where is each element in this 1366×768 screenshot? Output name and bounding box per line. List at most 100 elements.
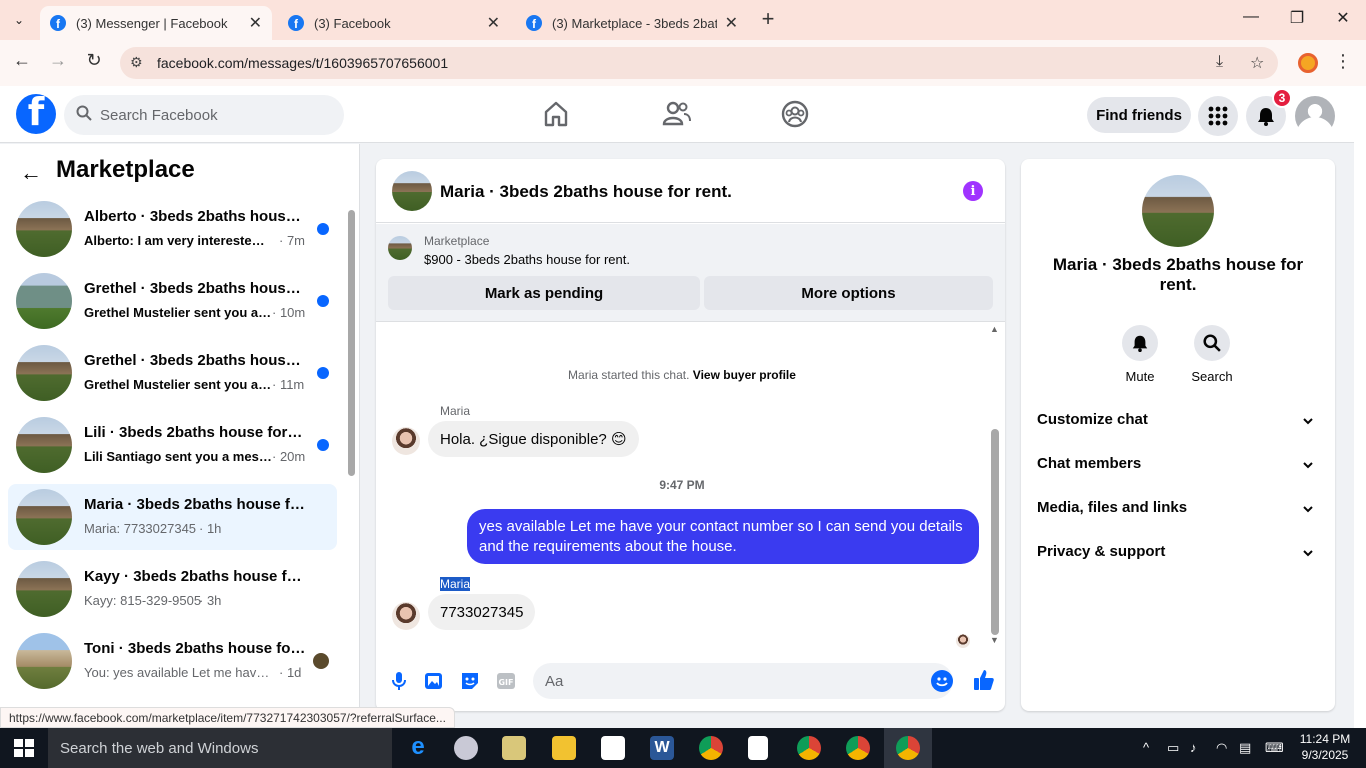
find-friends-button[interactable]: Find friends bbox=[1087, 97, 1191, 133]
emoji-icon[interactable] bbox=[931, 670, 953, 692]
new-tab-button[interactable]: + bbox=[756, 8, 780, 32]
bookmark-star-icon[interactable]: ☆ bbox=[1250, 53, 1264, 73]
close-window-button[interactable]: ✕ bbox=[1328, 8, 1358, 32]
gif-icon[interactable]: GIF bbox=[495, 670, 517, 692]
close-tab-icon[interactable]: ✕ bbox=[725, 13, 738, 33]
conversation-name: Kayy · 3beds 2baths house for r... bbox=[84, 568, 306, 585]
chat-scroll-thumb[interactable] bbox=[991, 429, 999, 635]
back-arrow-icon[interactable]: ← bbox=[20, 160, 42, 186]
wifi-icon[interactable]: ◠ bbox=[1216, 740, 1227, 756]
tab-facebook[interactable]: f (3) Facebook ✕ bbox=[278, 6, 510, 40]
sender-avatar[interactable] bbox=[392, 602, 420, 630]
conversation-name: Maria · 3beds 2baths house for r... bbox=[84, 496, 306, 513]
menu-grid-icon[interactable] bbox=[1198, 96, 1238, 136]
search-in-chat-button[interactable]: Search bbox=[1182, 325, 1242, 384]
mute-label: Mute bbox=[1125, 369, 1155, 384]
notes-icon[interactable] bbox=[502, 736, 526, 760]
message-text-field[interactable] bbox=[545, 663, 915, 699]
chevron-down-icon bbox=[1303, 418, 1313, 425]
conversation-item[interactable]: Lili · 3beds 2baths house for re... Lili… bbox=[8, 412, 337, 478]
listing-thumbnail[interactable] bbox=[388, 236, 412, 260]
message-input[interactable] bbox=[533, 663, 953, 699]
sidebar-scroll-thumb[interactable] bbox=[348, 210, 355, 476]
volume-icon[interactable]: ♪ bbox=[1190, 740, 1197, 755]
extension-icon[interactable] bbox=[1298, 53, 1318, 73]
back-button[interactable]: ← bbox=[9, 50, 35, 76]
outgoing-message[interactable]: yes available Let me have your contact n… bbox=[467, 509, 979, 564]
forward-button[interactable]: → bbox=[45, 50, 71, 76]
conversation-item[interactable]: Grethel · 3beds 2baths house f... Grethe… bbox=[8, 340, 337, 406]
close-tab-icon[interactable]: ✕ bbox=[487, 13, 500, 33]
scroll-up-arrow-icon[interactable]: ▲ bbox=[990, 324, 999, 334]
chat-title[interactable]: Maria · 3beds 2baths house for rent. bbox=[440, 182, 732, 202]
close-tab-icon[interactable]: ✕ bbox=[249, 13, 262, 33]
listing-avatar[interactable] bbox=[1142, 175, 1214, 247]
tray-chevron-icon[interactable]: ^ bbox=[1143, 740, 1149, 755]
search-input[interactable] bbox=[100, 95, 330, 135]
conversation-item-selected[interactable]: Maria · 3beds 2baths house for r... Mari… bbox=[8, 484, 337, 550]
chrome-profile-icon[interactable] bbox=[797, 736, 821, 760]
edge-icon[interactable]: e bbox=[406, 735, 430, 760]
install-app-icon[interactable]: ⤓ bbox=[1216, 53, 1223, 71]
store-icon[interactable] bbox=[601, 736, 625, 760]
tab-messenger[interactable]: f (3) Messenger | Facebook ✕ bbox=[40, 6, 272, 40]
site-info-icon[interactable]: ⚙ bbox=[130, 54, 143, 71]
sender-avatar[interactable] bbox=[392, 427, 420, 455]
mute-button[interactable]: Mute bbox=[1110, 325, 1170, 384]
facebook-search[interactable] bbox=[64, 95, 344, 135]
tab-marketplace[interactable]: f (3) Marketplace - 3beds 2baths ✕ bbox=[516, 6, 748, 40]
conversation-item[interactable]: Toni · 3beds 2baths house for ... You: y… bbox=[8, 628, 337, 694]
home-icon[interactable] bbox=[541, 99, 571, 129]
like-thumb-icon[interactable] bbox=[972, 668, 994, 690]
windows-start-icon[interactable] bbox=[14, 739, 34, 757]
tab-search-button[interactable]: ⌄ bbox=[6, 8, 32, 32]
sticker-icon[interactable] bbox=[459, 670, 481, 692]
app-icon[interactable] bbox=[454, 736, 478, 760]
customize-chat-section[interactable]: Customize chat bbox=[1037, 411, 1319, 435]
photo-icon[interactable] bbox=[423, 670, 445, 692]
chrome-active-icon[interactable] bbox=[896, 736, 920, 760]
taskbar-search[interactable]: Search the web and Windows bbox=[48, 728, 392, 768]
chat-avatar[interactable] bbox=[392, 171, 432, 211]
address-bar[interactable]: ⚙ facebook.com/messages/t/16039657076560… bbox=[120, 47, 1278, 79]
friends-icon[interactable] bbox=[662, 99, 692, 129]
file-explorer-icon[interactable] bbox=[552, 736, 576, 760]
started-text: Maria started this chat. bbox=[568, 368, 690, 382]
incoming-message[interactable]: 7733027345 bbox=[428, 594, 536, 630]
conversation-item[interactable]: Kayy · 3beds 2baths house for r... Kayy:… bbox=[8, 556, 337, 622]
mark-as-pending-button[interactable]: Mark as pending bbox=[388, 276, 700, 310]
more-options-button[interactable]: More options bbox=[704, 276, 993, 310]
privacy-support-section[interactable]: Privacy & support bbox=[1037, 543, 1319, 567]
chat-members-section[interactable]: Chat members bbox=[1037, 455, 1319, 479]
incoming-message[interactable]: Hola. ¿Sigue disponible? 😊 bbox=[428, 421, 639, 457]
listing-thumbnail bbox=[16, 561, 72, 617]
minimize-button[interactable]: — bbox=[1236, 8, 1266, 32]
account-avatar[interactable] bbox=[1295, 96, 1335, 136]
taskbar-clock[interactable]: 11:24 PM 9/3/2025 bbox=[1295, 731, 1355, 763]
conversation-item[interactable]: Grethel · 3beds 2baths house f... Grethe… bbox=[8, 268, 337, 334]
facebook-header: f Find friends 3 bbox=[0, 86, 1354, 143]
microphone-icon[interactable] bbox=[388, 670, 410, 692]
media-files-links-section[interactable]: Media, files and links bbox=[1037, 499, 1319, 523]
conversation-name: Lili · 3beds 2baths house for re... bbox=[84, 424, 306, 441]
conversation-snippet: Lili Santiago sent you a messa... bbox=[84, 449, 272, 464]
groups-icon[interactable] bbox=[780, 99, 810, 129]
browser-menu-icon[interactable]: ⋮ bbox=[1334, 51, 1352, 72]
word-icon[interactable]: W bbox=[650, 736, 674, 760]
facebook-logo-icon[interactable]: f bbox=[16, 94, 56, 134]
document-icon[interactable] bbox=[748, 736, 768, 760]
conversation-item[interactable]: Alberto · 3beds 2baths house f... Albert… bbox=[8, 196, 337, 262]
view-buyer-profile-link[interactable]: View buyer profile bbox=[693, 368, 796, 382]
notifications-icon[interactable]: ▤ bbox=[1239, 740, 1251, 756]
page-scrollbar[interactable] bbox=[1354, 86, 1366, 728]
battery-icon[interactable]: ▭ bbox=[1167, 740, 1179, 756]
chrome-icon[interactable] bbox=[699, 736, 723, 760]
info-icon[interactable]: i bbox=[963, 181, 983, 201]
chrome-profile-icon[interactable] bbox=[846, 736, 870, 760]
chevron-down-icon bbox=[1303, 550, 1313, 557]
listing-title[interactable]: $900 - 3beds 2baths house for rent. bbox=[424, 252, 630, 267]
scroll-down-arrow-icon[interactable]: ▼ bbox=[990, 635, 999, 645]
reload-button[interactable]: ↻ bbox=[81, 50, 107, 76]
restore-button[interactable]: ❐ bbox=[1282, 8, 1312, 32]
keyboard-icon[interactable]: ⌨ bbox=[1265, 740, 1284, 756]
